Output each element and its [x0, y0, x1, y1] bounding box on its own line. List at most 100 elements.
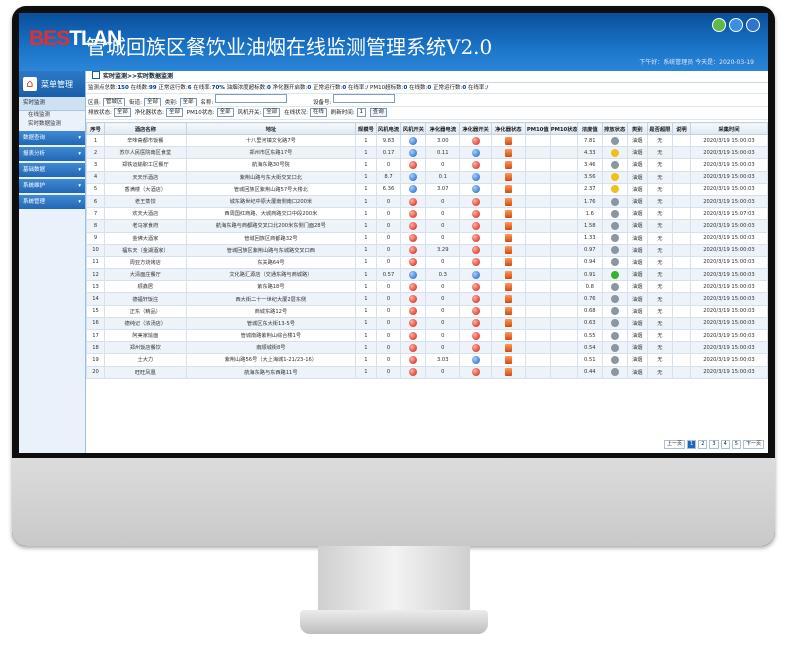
status-face-icon [610, 185, 619, 194]
emit-select[interactable]: 全部 [113, 108, 131, 117]
table-row[interactable]: 19 土大力 紫荆山路56号（大上海城1-21/23-16） 1 0 3.03 0.51 油烟… [85, 353, 768, 367]
area-select[interactable]: 管城区 [102, 98, 126, 106]
table-row[interactable]: 8 老马家食府 航海东路与商都路交叉口北200米东侧门面28号 1 0 0 1.58 油烟无 2… [85, 219, 768, 233]
table-cell: 无 [646, 243, 673, 257]
cleaner-status-cell [490, 280, 526, 294]
table-cell [671, 158, 691, 172]
table-cell: 3.03 [425, 353, 461, 367]
sidebar-menu-query[interactable]: 数据查询 ▾ [19, 131, 85, 145]
alarm-icon [504, 160, 512, 169]
table-cell: 紫东路18号 [185, 280, 357, 294]
table-cell: 油烟 [626, 280, 648, 294]
switch-status-cell [459, 158, 492, 172]
table-cell [671, 365, 691, 379]
sidebar-section-realtime[interactable]: 实时监测 [19, 97, 85, 111]
emission-status-cell [601, 231, 628, 245]
page-button[interactable]: 1 [687, 440, 697, 449]
street-select[interactable]: 全部 [143, 98, 161, 106]
table-row[interactable]: 14 德福轩饭庄 西大街二十一世纪大厦2层东侧 1 0 0 0.76 油烟无 2020/3/19… [85, 292, 768, 306]
cleaner-select[interactable]: 全部 [165, 108, 183, 117]
help-icon[interactable] [746, 18, 760, 32]
table-row[interactable]: 15 正东（精品） 商城东路12号 1 0 0 0.68 油烟无 2020/3/19 15:00… [85, 304, 768, 318]
table-row[interactable]: 18 郑州饭店餐饮 南顺城街8号 1 0 0 0.54 油烟无 2020/3/19 15:00:… [85, 341, 768, 355]
chevron-down-icon: ▾ [78, 199, 81, 205]
page-button[interactable]: 4 [720, 440, 730, 449]
prev-page-button[interactable]: 上一页 [664, 440, 686, 449]
table-row[interactable]: 2 苏尔人民医院南区食堂 郑州市区东路17号 1 0.17 0.11 4.33 油烟无 2020… [85, 146, 768, 160]
table-row[interactable]: 16 德纯记（浓汤店） 管城区东大街13-5号 1 0 0 0.63 油烟无 2020/3/19… [85, 316, 768, 331]
page-button[interactable]: 5 [731, 440, 741, 449]
sidebar-menu-system[interactable]: 系统管理 ▾ [19, 195, 85, 209]
status-face-icon [610, 209, 619, 218]
table-cell: 0 [375, 158, 402, 172]
table-cell: 0 [425, 280, 461, 294]
table-row[interactable]: 13 顺鑫居 紫东路18号 1 0 0 0.8 油烟无 2020/3/19 15:00:03 [85, 280, 768, 294]
table-row[interactable]: 10 福东天（金湖酒家） 管城回族区紫荆山路与东城路交叉口西 1 0 3.29 0.97 油烟… [85, 243, 768, 257]
column-header: 地址 [185, 122, 357, 135]
monitor-chin [12, 458, 775, 546]
table-row[interactable]: 5 香满楼（大酒店） 管城回族区紫荆山路57号大楼北 1 6.36 3.07 2.37 油烟无… [85, 182, 768, 196]
sidebar-menu-basic[interactable]: 基础数据 ▾ [19, 163, 85, 177]
table-cell: 1 [355, 207, 377, 221]
status-face-icon [610, 368, 619, 377]
filter-row-2: 排放状态: 全部 净化器状态: 全部 PM10状态: 全部 风机开关: 全部 在线状况:… [86, 107, 768, 120]
table-cell [671, 146, 691, 160]
sidebar-menu-maintain[interactable]: 系统维护 ▾ [19, 179, 85, 193]
table-cell: 无 [646, 182, 673, 196]
type-select[interactable]: 全部 [179, 98, 197, 106]
switch-off-icon [471, 331, 480, 340]
table-row[interactable]: 11 周亚方烧烤店 东关路64号 1 0 0 0.94 油烟无 2020/3/19 15:00:… [85, 255, 768, 270]
switch-status-cell [459, 133, 492, 148]
switch-status-cell [400, 158, 427, 172]
page-button[interactable]: 2 [698, 440, 708, 449]
table-cell: 油烟 [626, 146, 648, 160]
table-cell [524, 182, 551, 196]
table-cell [524, 316, 551, 331]
online-select[interactable]: 在线 [309, 108, 327, 117]
device-input[interactable] [333, 94, 396, 103]
refresh-icon[interactable] [729, 18, 743, 32]
switch-on-icon [409, 270, 418, 279]
table-cell [549, 243, 578, 257]
table-cell: 0 [375, 255, 402, 270]
table-cell: 0 [425, 219, 461, 233]
table-row[interactable]: 1 辛味斋都市饭餐 十八里河镇文化路7号 1 9.83 3.00 7.81 油烟无 2020/3… [85, 133, 768, 148]
table-cell: 0 [375, 219, 402, 233]
table-cell: 天天乐酒店 [104, 170, 187, 184]
alarm-icon [504, 246, 512, 255]
table-row[interactable]: 6 老王蒸饺 城东路世纪中原大厦南侧南口200米 1 0 0 1.76 油烟无 2020/3/1… [85, 194, 768, 209]
column-header: 说明 [671, 122, 691, 135]
fan-select[interactable]: 全部 [263, 108, 281, 117]
table-row[interactable]: 20 旺旺凤凰 航海东路与东西路11号 1 0 0 0.44 油烟无 2020/3/19 15:… [85, 365, 768, 379]
switch-status-cell [400, 365, 427, 379]
table-cell: 1 [355, 268, 377, 282]
table-cell: 2020/3/19 15:00:03 [689, 182, 768, 196]
page-button[interactable]: 3 [709, 440, 719, 449]
table-row[interactable]: 7 欢天大酒店 西周国红商路、大城商路交口中段200米 1 0 0 1.6 油烟无 2020/3… [85, 207, 768, 221]
name-input[interactable] [215, 94, 288, 103]
home-icon[interactable] [712, 18, 726, 32]
refresh-select[interactable]: 1 [356, 108, 367, 117]
table-cell: 无 [646, 194, 673, 209]
table-row[interactable]: 12 大清面庄餐厅 文化路汇源店（交通东路与商城路） 1 0.57 0.3 0.91 油烟无 2… [85, 268, 768, 282]
table-row[interactable]: 9 金佛大酒家 管城回族区商都路32号 1 0 0 1.33 油烟无 2020/3/19 15:… [85, 231, 768, 245]
pm10-select[interactable]: 全部 [216, 108, 234, 117]
next-page-button[interactable]: 下一页 [742, 440, 764, 449]
table-cell [549, 316, 578, 331]
switch-off-icon [471, 197, 480, 206]
table-row[interactable]: 4 天天乐酒店 紫荆山路与东大街交叉口北 1 8.7 0.1 3.56 油烟无 2020/3/1… [85, 170, 768, 184]
table-cell [549, 328, 578, 343]
alarm-icon [504, 331, 512, 340]
table-row[interactable]: 17 阿美家烩面 管城南路紫荆山综合楼1号 1 0 0 0.55 油烟无 2020/3/19 1… [85, 328, 768, 343]
switch-status-cell [459, 316, 492, 331]
sidebar-item-realtime-data[interactable]: 实时数据监测 [19, 120, 85, 129]
sidebar-menu-report[interactable]: 报表分析 ▾ [19, 147, 85, 161]
switch-status-cell [400, 316, 427, 331]
switch-status-cell [459, 219, 492, 233]
switch-off-icon [471, 234, 480, 243]
switch-status-cell [459, 194, 492, 209]
table-row[interactable]: 3 郑铁运输职工区餐厅 航海东路30号院 1 0 0 3.46 油烟无 2020/3/19 15… [85, 158, 768, 172]
query-button[interactable]: 查询 [369, 108, 387, 117]
sidebar-item-online[interactable]: 在线监测 [19, 111, 85, 120]
switch-off-icon [409, 234, 418, 243]
